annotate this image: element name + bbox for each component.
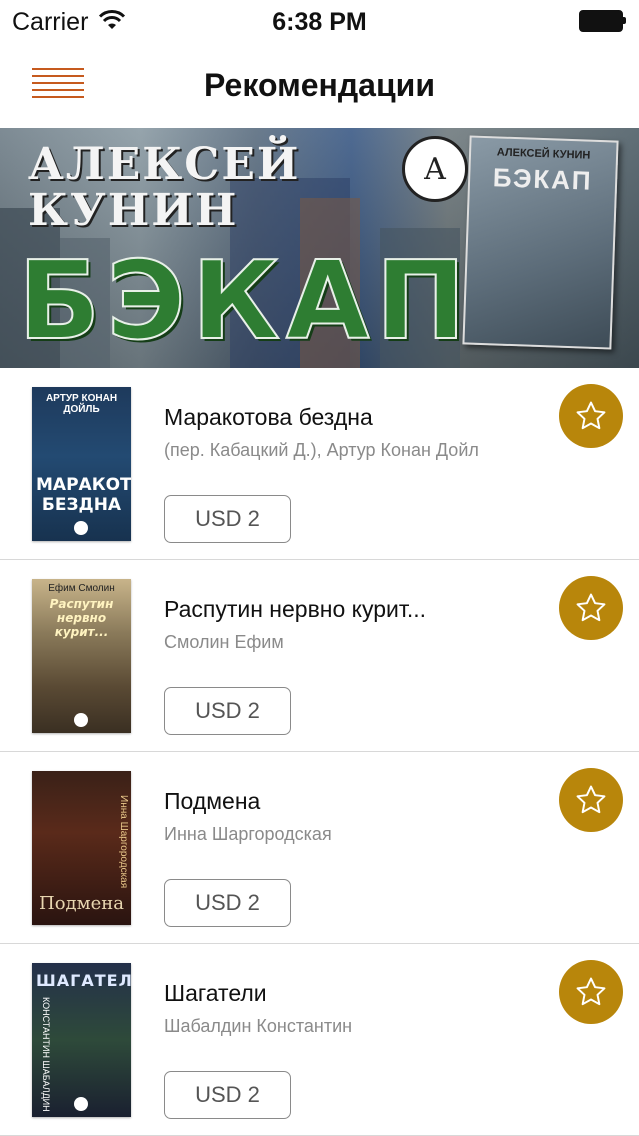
book-cover[interactable]: ШАГАТЕЛИ КОНСТАНТИН ШАБАЛДИН xyxy=(32,963,131,1117)
book-cover[interactable]: Ефим Смолин Распутин нервно курит... xyxy=(32,579,131,733)
star-outline-icon xyxy=(576,401,606,430)
book-title: Подмена xyxy=(164,788,261,814)
book-author: Инна Шаргородская xyxy=(164,824,332,844)
price-button[interactable]: USD 2 xyxy=(164,879,291,927)
status-time: 6:38 PM xyxy=(272,8,367,36)
book-title: Маракотова бездна xyxy=(164,404,373,430)
book-author: Шабалдин Константин xyxy=(164,1016,353,1036)
list-item[interactable]: Ефим Смолин Распутин нервно курит... Рас… xyxy=(0,560,639,752)
page-title: Рекомендации xyxy=(204,67,435,103)
battery-icon xyxy=(579,10,627,32)
publisher-logo xyxy=(74,713,88,727)
navigation-bar: Рекомендации xyxy=(0,42,639,128)
price-button[interactable]: USD 2 xyxy=(164,495,291,543)
book-cover[interactable]: Инна Шаргородская Подмена xyxy=(32,771,131,925)
publisher-logo xyxy=(74,521,88,535)
banner-title: БЭКАП xyxy=(17,239,472,364)
status-bar: Carrier 6:38 PM xyxy=(0,0,639,42)
favorite-button[interactable] xyxy=(559,576,623,640)
book-cover[interactable]: АРТУР КОНАН ДОЙЛЬ МАРАКОТОВА БЕЗДНА xyxy=(32,387,131,541)
favorite-button[interactable] xyxy=(559,768,623,832)
banner-author: АЛЕКСЕЙ КУНИН xyxy=(28,139,301,236)
list-item[interactable]: ШАГАТЕЛИ КОНСТАНТИН ШАБАЛДИН Шагатели Ша… xyxy=(0,944,639,1136)
book-author: Смолин Ефим xyxy=(164,632,284,652)
publisher-logo xyxy=(74,1097,88,1111)
star-outline-icon xyxy=(576,593,606,622)
price-button[interactable]: USD 2 xyxy=(164,1071,291,1119)
banner-book-author: АЛЕКСЕЙ КУНИН xyxy=(496,146,591,162)
book-title: Распутин нервно курит... xyxy=(164,596,427,622)
star-outline-icon xyxy=(576,785,606,814)
banner-book-cover: АЛЕКСЕЙ КУНИН БЭКАП xyxy=(462,135,619,350)
star-outline-icon xyxy=(576,977,606,1006)
publisher-seal-logo: А xyxy=(402,136,468,202)
price-button[interactable]: USD 2 xyxy=(164,687,291,735)
favorite-button[interactable] xyxy=(559,960,623,1024)
promo-banner[interactable]: АЛЕКСЕЙ КУНИН БЭКАП А АЛЕКСЕЙ КУНИН БЭКАП xyxy=(0,128,639,368)
book-author: (пер. Кабацкий Д.), Артур Конан Дойл xyxy=(164,440,479,460)
book-title: Шагатели xyxy=(164,980,267,1006)
favorite-button[interactable] xyxy=(559,384,623,448)
list-item[interactable]: Инна Шаргородская Подмена Подмена Инна Ш… xyxy=(0,752,639,944)
list-item[interactable]: АРТУР КОНАН ДОЙЛЬ МАРАКОТОВА БЕЗДНА Мара… xyxy=(0,368,639,560)
banner-book-title: БЭКАП xyxy=(492,162,593,196)
